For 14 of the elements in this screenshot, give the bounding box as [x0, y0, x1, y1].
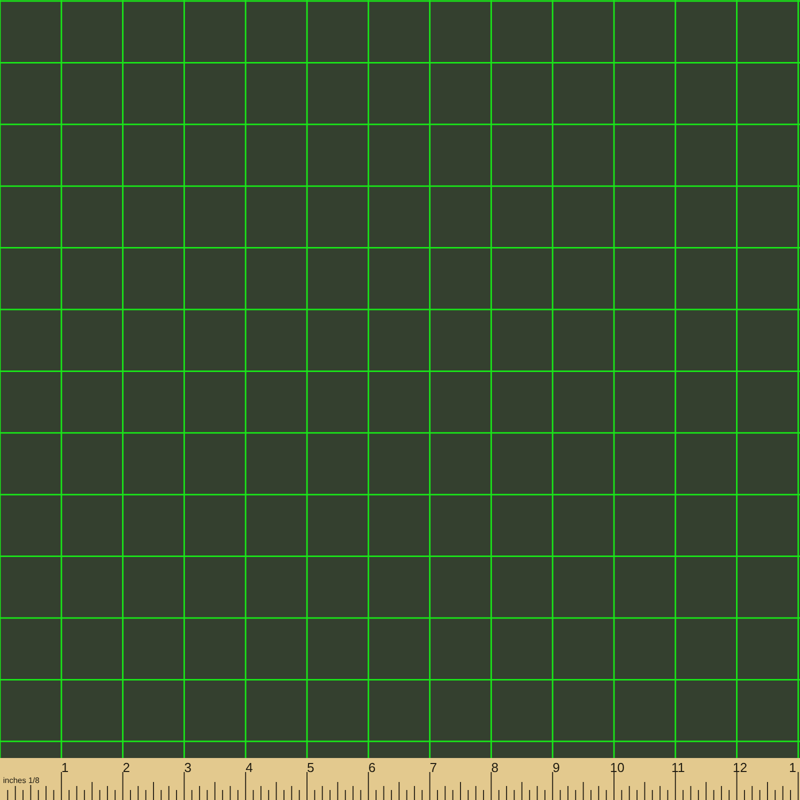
- ruler-number: 11: [671, 761, 685, 774]
- ruler-number: 1: [61, 761, 69, 774]
- ruler-unit-label: inches 1/8: [3, 777, 40, 785]
- ruler-number: 8: [491, 761, 498, 774]
- ruler-number: 7: [430, 761, 438, 774]
- ruler-number: 4: [246, 761, 253, 774]
- ruler-number: 3: [184, 761, 192, 774]
- ruler-number: 6: [368, 761, 376, 774]
- ruler-number: 5: [307, 761, 314, 774]
- ruler-number: 2: [122, 761, 130, 774]
- ruler-number: 10: [610, 761, 624, 774]
- ruler-number: 12: [732, 761, 748, 774]
- ruler-number: 1: [789, 761, 796, 774]
- ruler-number: 9: [552, 761, 560, 774]
